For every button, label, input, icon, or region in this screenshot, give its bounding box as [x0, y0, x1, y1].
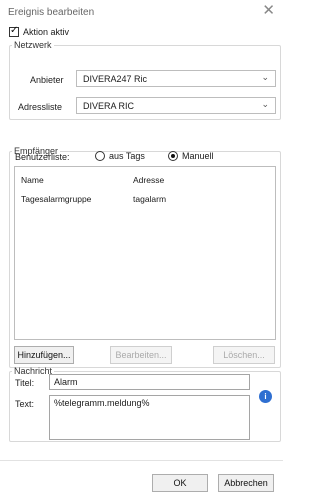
titel-label: Titel: [15, 378, 35, 388]
titel-value: Alarm [54, 377, 78, 387]
title-bar: Ereignis bearbeiten ✕ [0, 0, 283, 22]
adressliste-value: DIVERA RIC [83, 101, 135, 111]
text-label: Text: [15, 399, 35, 409]
radio-selected-dot [171, 154, 175, 158]
list-item-name: Tagesalarmgruppe [21, 194, 92, 204]
adressliste-select[interactable]: DIVERA RIC ⌄ [76, 97, 276, 114]
nachricht-legend: Nachricht [14, 366, 53, 376]
anbieter-value: DIVERA247 Ric [83, 74, 148, 84]
footer-divider [0, 460, 283, 461]
aktion-aktiv-row[interactable]: ✓ Aktion aktiv [9, 25, 70, 37]
aktion-aktiv-label: Aktion aktiv [23, 27, 70, 37]
list-item-adresse: tagalarm [133, 194, 167, 204]
column-header-adresse: Adresse [133, 175, 165, 185]
text-value: %telegramm.meldung% [54, 398, 150, 408]
bearbeiten-button[interactable]: Bearbeiten... [110, 346, 172, 364]
close-icon[interactable]: ✕ [262, 3, 275, 19]
window-title: Ereignis bearbeiten [8, 7, 95, 18]
empfaenger-list[interactable]: Name Adresse Tagesalarmgruppe tagalarm [14, 166, 276, 340]
radio-aus-tags-label: aus Tags [109, 151, 145, 161]
hinzufuegen-button[interactable]: Hinzufügen... [14, 346, 74, 364]
info-icon[interactable]: i [259, 390, 272, 403]
loeschen-button[interactable]: Löschen... [213, 346, 275, 364]
benutzerliste-label: Benutzerliste: [15, 152, 70, 162]
anbieter-select[interactable]: DIVERA247 Ric ⌄ [76, 70, 276, 87]
titel-input[interactable]: Alarm [49, 374, 250, 390]
radio-aus-tags[interactable]: aus Tags [95, 151, 145, 161]
aktion-aktiv-checkbox[interactable]: ✓ [9, 25, 19, 37]
chevron-down-icon: ⌄ [261, 99, 269, 109]
radio-manuell-label: Manuell [182, 151, 214, 161]
text-textarea[interactable]: %telegramm.meldung% [49, 395, 250, 440]
radio-button[interactable] [95, 151, 105, 161]
radio-manuell[interactable]: Manuell [168, 151, 214, 161]
abbrechen-button[interactable]: Abbrechen [218, 474, 274, 492]
netzwerk-legend: Netzwerk [14, 40, 52, 50]
chevron-down-icon: ⌄ [261, 72, 269, 82]
radio-button[interactable] [168, 151, 178, 161]
ok-button[interactable]: OK [152, 474, 208, 492]
checkmark-icon: ✓ [10, 25, 19, 36]
column-header-name: Name [21, 175, 44, 185]
anbieter-label: Anbieter [30, 75, 64, 85]
adressliste-label: Adressliste [18, 102, 63, 112]
